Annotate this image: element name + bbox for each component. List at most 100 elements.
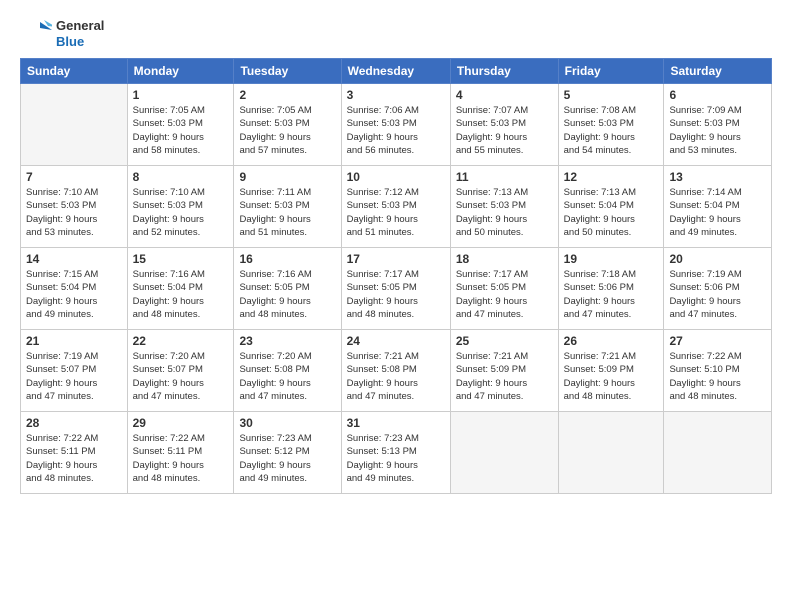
day-number: 23 — [239, 334, 335, 348]
day-number: 21 — [26, 334, 122, 348]
day-info: Sunrise: 7:21 AM Sunset: 5:09 PM Dayligh… — [456, 350, 553, 403]
day-info: Sunrise: 7:22 AM Sunset: 5:11 PM Dayligh… — [133, 432, 229, 485]
day-info: Sunrise: 7:21 AM Sunset: 5:09 PM Dayligh… — [564, 350, 659, 403]
calendar-cell: 29 Sunrise: 7:22 AM Sunset: 5:11 PM Dayli… — [127, 412, 234, 494]
day-number: 28 — [26, 416, 122, 430]
day-number: 10 — [347, 170, 445, 184]
calendar-cell: 23 Sunrise: 7:20 AM Sunset: 5:08 PM Dayli… — [234, 330, 341, 412]
day-info: Sunrise: 7:18 AM Sunset: 5:06 PM Dayligh… — [564, 268, 659, 321]
day-info: Sunrise: 7:23 AM Sunset: 5:13 PM Dayligh… — [347, 432, 445, 485]
day-info: Sunrise: 7:16 AM Sunset: 5:04 PM Dayligh… — [133, 268, 229, 321]
calendar-header-monday: Monday — [127, 59, 234, 84]
day-number: 7 — [26, 170, 122, 184]
day-number: 26 — [564, 334, 659, 348]
day-info: Sunrise: 7:07 AM Sunset: 5:03 PM Dayligh… — [456, 104, 553, 157]
calendar-cell: 15 Sunrise: 7:16 AM Sunset: 5:04 PM Dayli… — [127, 248, 234, 330]
day-info: Sunrise: 7:20 AM Sunset: 5:08 PM Dayligh… — [239, 350, 335, 403]
day-number: 6 — [669, 88, 766, 102]
day-number: 31 — [347, 416, 445, 430]
day-info: Sunrise: 7:17 AM Sunset: 5:05 PM Dayligh… — [347, 268, 445, 321]
calendar-cell: 21Sunrise: 7:19 AM Sunset: 5:07 PM Dayli… — [21, 330, 128, 412]
calendar-cell: 22 Sunrise: 7:20 AM Sunset: 5:07 PM Dayli… — [127, 330, 234, 412]
day-number: 25 — [456, 334, 553, 348]
day-info: Sunrise: 7:12 AM Sunset: 5:03 PM Dayligh… — [347, 186, 445, 239]
calendar-cell: 11 Sunrise: 7:13 AM Sunset: 5:03 PM Dayli… — [450, 166, 558, 248]
calendar-cell: 19 Sunrise: 7:18 AM Sunset: 5:06 PM Dayli… — [558, 248, 664, 330]
day-number: 2 — [239, 88, 335, 102]
day-number: 17 — [347, 252, 445, 266]
calendar-cell: 25 Sunrise: 7:21 AM Sunset: 5:09 PM Dayli… — [450, 330, 558, 412]
calendar-week-3: 14 Sunrise: 7:15 AM Sunset: 5:04 PM Dayli… — [21, 248, 772, 330]
calendar-cell: 6 Sunrise: 7:09 AM Sunset: 5:03 PM Daylig… — [664, 84, 772, 166]
day-number: 27 — [669, 334, 766, 348]
calendar-cell: 4 Sunrise: 7:07 AM Sunset: 5:03 PM Daylig… — [450, 84, 558, 166]
day-number: 18 — [456, 252, 553, 266]
day-info: Sunrise: 7:11 AM Sunset: 5:03 PM Dayligh… — [239, 186, 335, 239]
day-number: 4 — [456, 88, 553, 102]
day-number: 11 — [456, 170, 553, 184]
header: GeneralBlue — [20, 18, 772, 50]
calendar-header-wednesday: Wednesday — [341, 59, 450, 84]
day-number: 1 — [133, 88, 229, 102]
calendar-week-2: 7 Sunrise: 7:10 AM Sunset: 5:03 PM Daylig… — [21, 166, 772, 248]
calendar-cell — [664, 412, 772, 494]
page: GeneralBlue SundayMondayTuesdayWednesday… — [0, 0, 792, 612]
day-info: Sunrise: 7:13 AM Sunset: 5:04 PM Dayligh… — [564, 186, 659, 239]
calendar-cell: 5 Sunrise: 7:08 AM Sunset: 5:03 PM Daylig… — [558, 84, 664, 166]
day-number: 14 — [26, 252, 122, 266]
day-number: 29 — [133, 416, 229, 430]
day-info: Sunrise: 7:15 AM Sunset: 5:04 PM Dayligh… — [26, 268, 122, 321]
day-info: Sunrise: 7:20 AM Sunset: 5:07 PM Dayligh… — [133, 350, 229, 403]
calendar-cell: 18 Sunrise: 7:17 AM Sunset: 5:05 PM Dayli… — [450, 248, 558, 330]
calendar-cell: 8Sunrise: 7:10 AM Sunset: 5:03 PM Daylig… — [127, 166, 234, 248]
calendar-week-1: 1 Sunrise: 7:05 AM Sunset: 5:03 PM Daylig… — [21, 84, 772, 166]
calendar-cell: 1 Sunrise: 7:05 AM Sunset: 5:03 PM Daylig… — [127, 84, 234, 166]
calendar-cell — [450, 412, 558, 494]
calendar-cell — [21, 84, 128, 166]
day-number: 9 — [239, 170, 335, 184]
day-number: 3 — [347, 88, 445, 102]
day-info: Sunrise: 7:05 AM Sunset: 5:03 PM Dayligh… — [133, 104, 229, 157]
day-info: Sunrise: 7:22 AM Sunset: 5:11 PM Dayligh… — [26, 432, 122, 485]
calendar-cell: 7 Sunrise: 7:10 AM Sunset: 5:03 PM Daylig… — [21, 166, 128, 248]
day-info: Sunrise: 7:13 AM Sunset: 5:03 PM Dayligh… — [456, 186, 553, 239]
calendar-header-tuesday: Tuesday — [234, 59, 341, 84]
calendar-week-5: 28 Sunrise: 7:22 AM Sunset: 5:11 PM Dayli… — [21, 412, 772, 494]
calendar-cell: 3 Sunrise: 7:06 AM Sunset: 5:03 PM Daylig… — [341, 84, 450, 166]
day-info: Sunrise: 7:06 AM Sunset: 5:03 PM Dayligh… — [347, 104, 445, 157]
day-number: 19 — [564, 252, 659, 266]
calendar-table: SundayMondayTuesdayWednesdayThursdayFrid… — [20, 58, 772, 494]
calendar-cell: 16Sunrise: 7:16 AM Sunset: 5:05 PM Dayli… — [234, 248, 341, 330]
day-number: 13 — [669, 170, 766, 184]
calendar-header-sunday: Sunday — [21, 59, 128, 84]
day-number: 16 — [239, 252, 335, 266]
day-number: 22 — [133, 334, 229, 348]
day-number: 15 — [133, 252, 229, 266]
calendar-cell: 14 Sunrise: 7:15 AM Sunset: 5:04 PM Dayli… — [21, 248, 128, 330]
calendar-cell: 2 Sunrise: 7:05 AM Sunset: 5:03 PM Daylig… — [234, 84, 341, 166]
calendar-cell: 31 Sunrise: 7:23 AM Sunset: 5:13 PM Dayli… — [341, 412, 450, 494]
calendar-cell: 13 Sunrise: 7:14 AM Sunset: 5:04 PM Dayli… — [664, 166, 772, 248]
day-number: 30 — [239, 416, 335, 430]
logo-line2: Blue — [56, 34, 104, 50]
logo-line1: General — [56, 18, 104, 34]
calendar-header-saturday: Saturday — [664, 59, 772, 84]
day-number: 5 — [564, 88, 659, 102]
day-number: 24 — [347, 334, 445, 348]
logo-svg — [20, 18, 52, 50]
day-info: Sunrise: 7:19 AM Sunset: 5:06 PM Dayligh… — [669, 268, 766, 321]
day-info: Sunrise: 7:09 AM Sunset: 5:03 PM Dayligh… — [669, 104, 766, 157]
day-info: Sunrise: 7:05 AM Sunset: 5:03 PM Dayligh… — [239, 104, 335, 157]
logo: GeneralBlue — [20, 18, 104, 50]
calendar-cell: 28 Sunrise: 7:22 AM Sunset: 5:11 PM Dayli… — [21, 412, 128, 494]
day-number: 12 — [564, 170, 659, 184]
day-info: Sunrise: 7:10 AM Sunset: 5:03 PM Dayligh… — [26, 186, 122, 239]
day-info: Sunrise: 7:14 AM Sunset: 5:04 PM Dayligh… — [669, 186, 766, 239]
day-info: Sunrise: 7:17 AM Sunset: 5:05 PM Dayligh… — [456, 268, 553, 321]
day-info: Sunrise: 7:08 AM Sunset: 5:03 PM Dayligh… — [564, 104, 659, 157]
calendar-cell — [558, 412, 664, 494]
calendar-cell: 24Sunrise: 7:21 AM Sunset: 5:08 PM Dayli… — [341, 330, 450, 412]
calendar-header-friday: Friday — [558, 59, 664, 84]
calendar-cell: 12 Sunrise: 7:13 AM Sunset: 5:04 PM Dayli… — [558, 166, 664, 248]
day-info: Sunrise: 7:23 AM Sunset: 5:12 PM Dayligh… — [239, 432, 335, 485]
